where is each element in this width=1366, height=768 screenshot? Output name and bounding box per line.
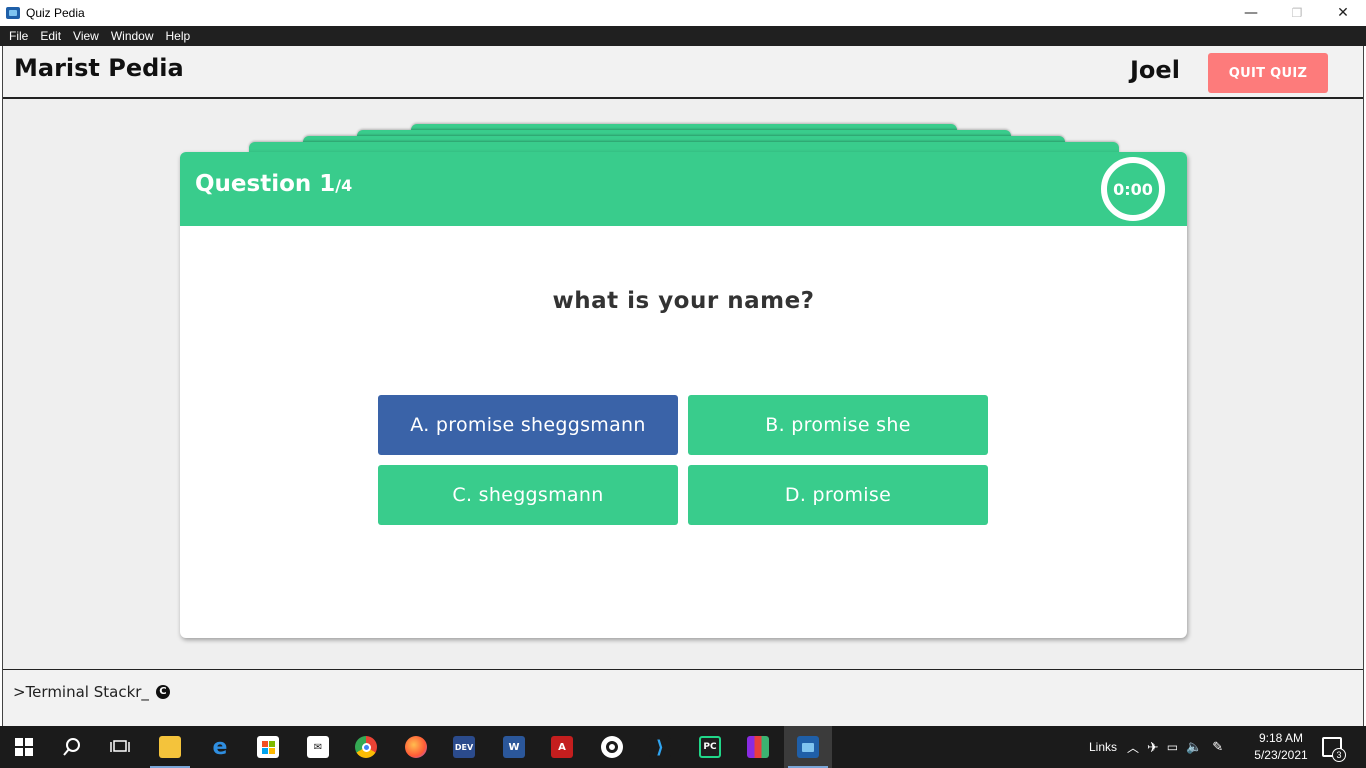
- search-icon[interactable]: [48, 726, 96, 768]
- brand-title: Marist Pedia: [14, 54, 184, 82]
- pen-icon[interactable]: ✎: [1212, 739, 1223, 755]
- answer-option-b[interactable]: B. promise she: [688, 395, 988, 455]
- file-explorer-icon[interactable]: [146, 726, 194, 768]
- clock-date: 5/23/2021: [1254, 748, 1308, 762]
- battery-icon[interactable]: ▭: [1167, 740, 1178, 754]
- windows-start-icon[interactable]: [0, 726, 48, 768]
- minimize-button[interactable]: —: [1228, 0, 1274, 26]
- answer-option-c[interactable]: C. sheggsmann: [378, 465, 678, 525]
- app-footer: >Terminal Stackr_ C: [3, 669, 1363, 726]
- restore-button[interactable]: ❐: [1274, 0, 1320, 26]
- question-text: what is your name?: [552, 288, 815, 314]
- menu-window[interactable]: Window: [105, 29, 160, 43]
- system-tray: Links ︿ ✈ ▭ 🔈 ✎: [1089, 726, 1223, 768]
- menu-bar: File Edit View Window Help: [0, 26, 1366, 46]
- obs-icon[interactable]: [588, 726, 636, 768]
- quit-quiz-button[interactable]: QUIT QUIZ: [1208, 53, 1328, 93]
- mail-icon[interactable]: ✉: [294, 726, 342, 768]
- question-number: Question 1: [195, 171, 336, 197]
- answer-option-a[interactable]: A. promise sheggsmann: [378, 395, 678, 455]
- menu-view[interactable]: View: [67, 29, 105, 43]
- acrobat-icon[interactable]: A: [538, 726, 586, 768]
- copyright-icon: C: [155, 685, 170, 699]
- timer-ring: 0:00: [1101, 157, 1165, 221]
- firefox-icon[interactable]: [392, 726, 440, 768]
- footer-text: >Terminal Stackr_: [13, 683, 149, 701]
- store-icon[interactable]: [244, 726, 292, 768]
- quiz-pedia-icon[interactable]: [784, 726, 832, 768]
- task-view-icon[interactable]: [96, 726, 144, 768]
- question-counter: Question 1/4: [195, 171, 352, 197]
- window-title-bar: Quiz Pedia — ❐ ✕: [0, 0, 1366, 26]
- notification-count: 3: [1332, 748, 1346, 762]
- clock-time: 9:18 AM: [1258, 731, 1304, 745]
- question-card-header: Question 1/4 0:00: [180, 152, 1187, 226]
- app-container: Marist Pedia Joel QUIT QUIZ Question 1/4…: [2, 46, 1364, 726]
- window-title: Quiz Pedia: [26, 6, 85, 20]
- menu-edit[interactable]: Edit: [34, 29, 67, 43]
- clock[interactable]: 9:18 AM 5/23/2021: [1246, 730, 1316, 764]
- question-card: Question 1/4 0:00 what is your name? A. …: [180, 152, 1187, 638]
- question-total: /4: [335, 176, 353, 195]
- links-toolbar[interactable]: Links: [1089, 740, 1117, 754]
- edge-icon[interactable]: e: [196, 726, 244, 768]
- username: Joel: [1130, 56, 1180, 84]
- timer-value: 0:00: [1113, 179, 1153, 199]
- footer-credit: >Terminal Stackr_ C: [13, 683, 170, 701]
- dev-icon[interactable]: DEV: [440, 726, 488, 768]
- app-header: Marist Pedia Joel QUIT QUIZ: [3, 46, 1363, 99]
- close-button[interactable]: ✕: [1320, 0, 1366, 26]
- winrar-icon[interactable]: [734, 726, 782, 768]
- menu-help[interactable]: Help: [160, 29, 197, 43]
- window-controls: — ❐ ✕: [1228, 0, 1366, 26]
- word-icon[interactable]: W: [490, 726, 538, 768]
- vscode-icon[interactable]: ⟩: [636, 726, 684, 768]
- volume-icon[interactable]: 🔈: [1186, 739, 1202, 755]
- app-icon: [6, 7, 20, 19]
- pycharm-icon[interactable]: PC: [686, 726, 734, 768]
- answer-option-d[interactable]: D. promise: [688, 465, 988, 525]
- taskbar: e ✉ DEV W A ⟩ PC Links ︿ ✈ ▭ 🔈 ✎ 9:18 AM…: [0, 726, 1366, 768]
- menu-file[interactable]: File: [3, 29, 34, 43]
- airplane-icon[interactable]: ✈: [1147, 739, 1159, 756]
- chrome-icon[interactable]: [342, 726, 390, 768]
- chevron-up-icon[interactable]: ︿: [1127, 739, 1139, 756]
